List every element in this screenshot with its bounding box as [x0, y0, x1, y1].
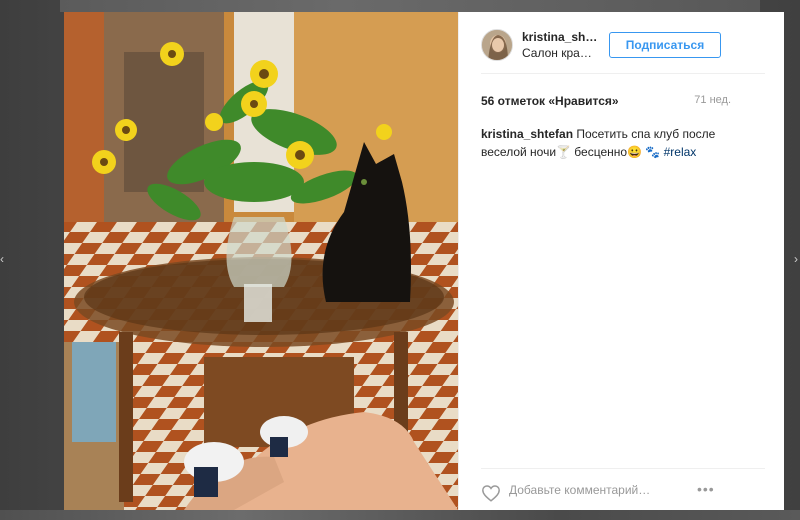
background-feed-strip	[60, 0, 760, 12]
post-details-panel: kristina_sh… Салон кра… Подписаться 56 о…	[458, 12, 784, 510]
avatar-image	[482, 30, 512, 60]
post-photo	[64, 12, 458, 510]
post-header: kristina_sh… Салон кра… Подписаться	[481, 12, 765, 74]
post-username[interactable]: kristina_sh…	[522, 30, 597, 44]
caption-author[interactable]: kristina_shtefan	[481, 127, 573, 141]
comment-input[interactable]	[509, 481, 669, 499]
background-feed-strip-bottom	[0, 510, 800, 520]
post-age[interactable]: 71 нед.	[681, 94, 731, 106]
photo-image	[64, 12, 458, 510]
more-options-icon[interactable]: •••	[697, 481, 715, 497]
post-caption: kristina_shtefan Посетить спа клуб после…	[481, 125, 721, 161]
comment-bar: •••	[481, 468, 765, 508]
post-location[interactable]: Салон кра…	[522, 46, 592, 60]
caption-hashtag[interactable]: #relax	[664, 145, 697, 159]
heart-icon[interactable]	[481, 484, 501, 502]
chevron-left-icon[interactable]: ‹	[0, 252, 6, 266]
follow-button[interactable]: Подписаться	[609, 32, 721, 58]
chevron-right-icon[interactable]: ›	[794, 252, 800, 266]
likes-count[interactable]: 56 отметок «Нравится»	[481, 94, 619, 108]
avatar[interactable]	[481, 29, 513, 61]
post-modal: kristina_sh… Салон кра… Подписаться 56 о…	[64, 12, 784, 510]
